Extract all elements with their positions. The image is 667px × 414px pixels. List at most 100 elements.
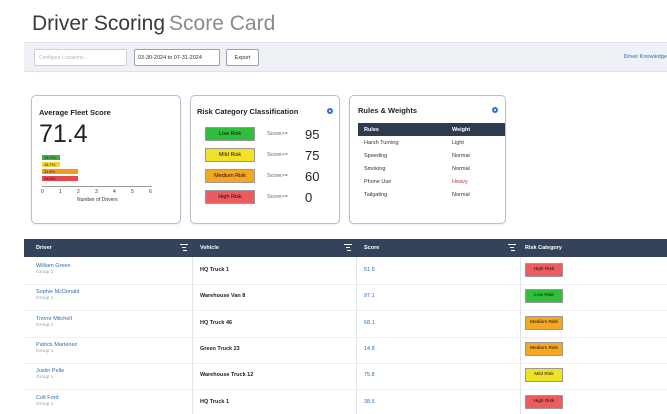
- table-row[interactable]: Justin Pelle Group 1 Warehouse Truck 12 75.…: [24, 364, 667, 391]
- risk-threshold-value[interactable]: 95: [305, 127, 319, 142]
- risk-level-badge: Low Risk: [205, 127, 255, 141]
- col-driver[interactable]: Driver: [36, 245, 52, 251]
- rule-weight: Light: [452, 140, 464, 146]
- chart-tick-3: 3: [95, 189, 98, 195]
- distribution-bar: 19.7%: [42, 155, 60, 160]
- driver-filter-icon[interactable]: [180, 244, 188, 251]
- rule-name: Speeding: [364, 153, 388, 159]
- driver-name-link[interactable]: Patrick Martenez: [36, 342, 77, 348]
- vehicle-name: HQ Truck 1: [200, 398, 230, 405]
- chart-tick-5: 5: [131, 189, 134, 195]
- risk-settings-gear-icon[interactable]: [327, 108, 333, 114]
- risk-threshold-label: Score>=: [267, 152, 288, 158]
- average-card-title: Average Fleet Score: [39, 108, 111, 117]
- rules-settings-gear-icon[interactable]: [492, 107, 498, 113]
- vehicle-name: HQ Truck 1: [200, 267, 230, 273]
- col-vehicle[interactable]: Vehicle: [200, 245, 219, 251]
- risk-category-badge: Medium Risk: [525, 341, 563, 356]
- rule-name: Tailgating: [364, 192, 388, 198]
- rules-row: Harsh Turning Light: [358, 137, 505, 150]
- table-row[interactable]: Sophie McDonald Group 1 Warehouse Van 8 97.…: [24, 285, 667, 312]
- chart-tick-0: 0: [41, 189, 44, 195]
- page-title-main: Driver Scoring: [32, 12, 166, 35]
- risk-threshold-label: Score>=: [267, 194, 288, 200]
- rule-name: Harsh Turning: [364, 140, 399, 146]
- rule-weight: Heavy: [452, 179, 468, 185]
- chart-axis-title: Number of Drivers: [77, 197, 118, 203]
- average-fleet-score-card: Average Fleet Score 71.4 19.7% 16.7% 24.8%…: [31, 95, 181, 224]
- score-filter-icon[interactable]: [508, 244, 516, 251]
- risk-level-badge: Mild Risk: [205, 148, 255, 162]
- driver-name-link[interactable]: Justin Pelle: [36, 368, 64, 374]
- rules-row: Speeding Normal: [358, 150, 505, 163]
- chart-tick-2: 2: [77, 189, 80, 195]
- risk-classification-card: Risk Category Classification Low Risk Sco…: [190, 95, 340, 224]
- driver-group: Group 1: [36, 322, 54, 328]
- risk-threshold-value[interactable]: 60: [305, 169, 319, 184]
- risk-threshold-label: Score>=: [267, 131, 288, 137]
- chart-tick-6: 6: [149, 189, 152, 195]
- risk-threshold-value[interactable]: 0: [305, 190, 312, 205]
- export-button[interactable]: Export: [226, 49, 259, 66]
- vehicle-name: Warehouse Truck 12: [200, 372, 254, 379]
- col-score[interactable]: Score: [364, 245, 379, 251]
- toolbar: Configure Locations... 03-30-2024 to 07-…: [24, 42, 667, 72]
- table-row[interactable]: Patrick Martenez Group 1 Green Truck 23 14.…: [24, 338, 667, 364]
- rules-card-title: Rules & Weights: [358, 106, 418, 115]
- chart-tick-1: 1: [59, 189, 62, 195]
- driver-knowledge-link[interactable]: Driver Knowledge: [624, 54, 667, 60]
- distribution-bar: 24.8%: [42, 169, 78, 174]
- vehicle-name: HQ Truck 46: [200, 319, 233, 326]
- driver-group: Group 1: [36, 270, 54, 275]
- risk-threshold-label: Score>=: [267, 173, 288, 179]
- rule-weight: Normal: [452, 166, 470, 172]
- score-link[interactable]: 38.5: [364, 399, 375, 405]
- risk-category-badge: High Risk: [525, 394, 563, 409]
- rule-name: Smoking: [364, 166, 386, 172]
- driver-group: Group 1: [36, 296, 54, 302]
- rules-col-weight: Weight: [452, 127, 471, 133]
- risk-card-title: Risk Category Classification: [197, 107, 299, 116]
- table-row[interactable]: William Green Group 1 HQ Truck 1 51.5 High R…: [24, 259, 667, 285]
- score-link[interactable]: 51.5: [364, 267, 375, 273]
- score-link[interactable]: 14.8: [364, 346, 375, 352]
- rules-col-rule: Rules: [364, 127, 379, 133]
- rules-table-header: Rules Weight: [358, 123, 505, 136]
- risk-threshold-value[interactable]: 75: [305, 148, 319, 163]
- driver-name-link[interactable]: Sophie McDonald: [36, 289, 79, 295]
- chart-axis-line: [42, 186, 152, 187]
- location-search-input[interactable]: Configure Locations...: [34, 49, 127, 66]
- risk-level-badge: Medium Risk: [205, 169, 255, 183]
- average-score-value: 71.4: [39, 120, 88, 148]
- vehicle-filter-icon[interactable]: [344, 244, 352, 251]
- driver-name-link[interactable]: Colt Ford: [36, 395, 59, 401]
- table-row[interactable]: Trevor Mitchell Group 1 HQ Truck 46 68.1 Med…: [24, 312, 667, 338]
- rules-row: Tailgating Normal: [358, 189, 505, 202]
- risk-category-badge: High Risk: [525, 263, 563, 277]
- vehicle-name: Warehouse Van 8: [200, 293, 246, 300]
- col-risk-category[interactable]: Risk Category: [525, 245, 562, 251]
- rule-weight: Normal: [452, 192, 470, 198]
- risk-category-badge: Medium Risk: [525, 315, 563, 330]
- date-range-picker[interactable]: 03-30-2024 to 07-31-2024: [134, 49, 220, 66]
- rules-row: Phone Use Heavy: [358, 176, 505, 189]
- rule-name: Phone Use: [364, 179, 392, 185]
- table-row[interactable]: Colt Ford Group 1 HQ Truck 1 38.5 High Risk: [24, 391, 667, 414]
- driver-name-link[interactable]: William Green: [36, 263, 71, 269]
- distribution-bar: 28.6%: [42, 176, 78, 181]
- score-link[interactable]: 68.1: [364, 320, 375, 326]
- page-subtitle: Score Card: [169, 12, 276, 35]
- chart-tick-4: 4: [113, 189, 116, 195]
- risk-category-badge: Low Risk: [525, 289, 563, 304]
- score-link[interactable]: 75.8: [364, 372, 375, 378]
- risk-category-badge: Mild Risk: [525, 368, 563, 383]
- distribution-bar: 16.7%: [42, 162, 60, 167]
- risk-level-badge: High Risk: [205, 190, 255, 204]
- driver-name-link[interactable]: Trevor Mitchell: [36, 316, 72, 322]
- rules-row: Smoking Normal: [358, 163, 505, 176]
- driver-group: Group 1: [36, 375, 54, 381]
- driver-group: Group 1: [36, 348, 54, 354]
- page-title: Driver Scoring Score Card: [32, 12, 275, 36]
- rule-weight: Normal: [452, 153, 470, 159]
- score-link[interactable]: 97.1: [364, 293, 375, 299]
